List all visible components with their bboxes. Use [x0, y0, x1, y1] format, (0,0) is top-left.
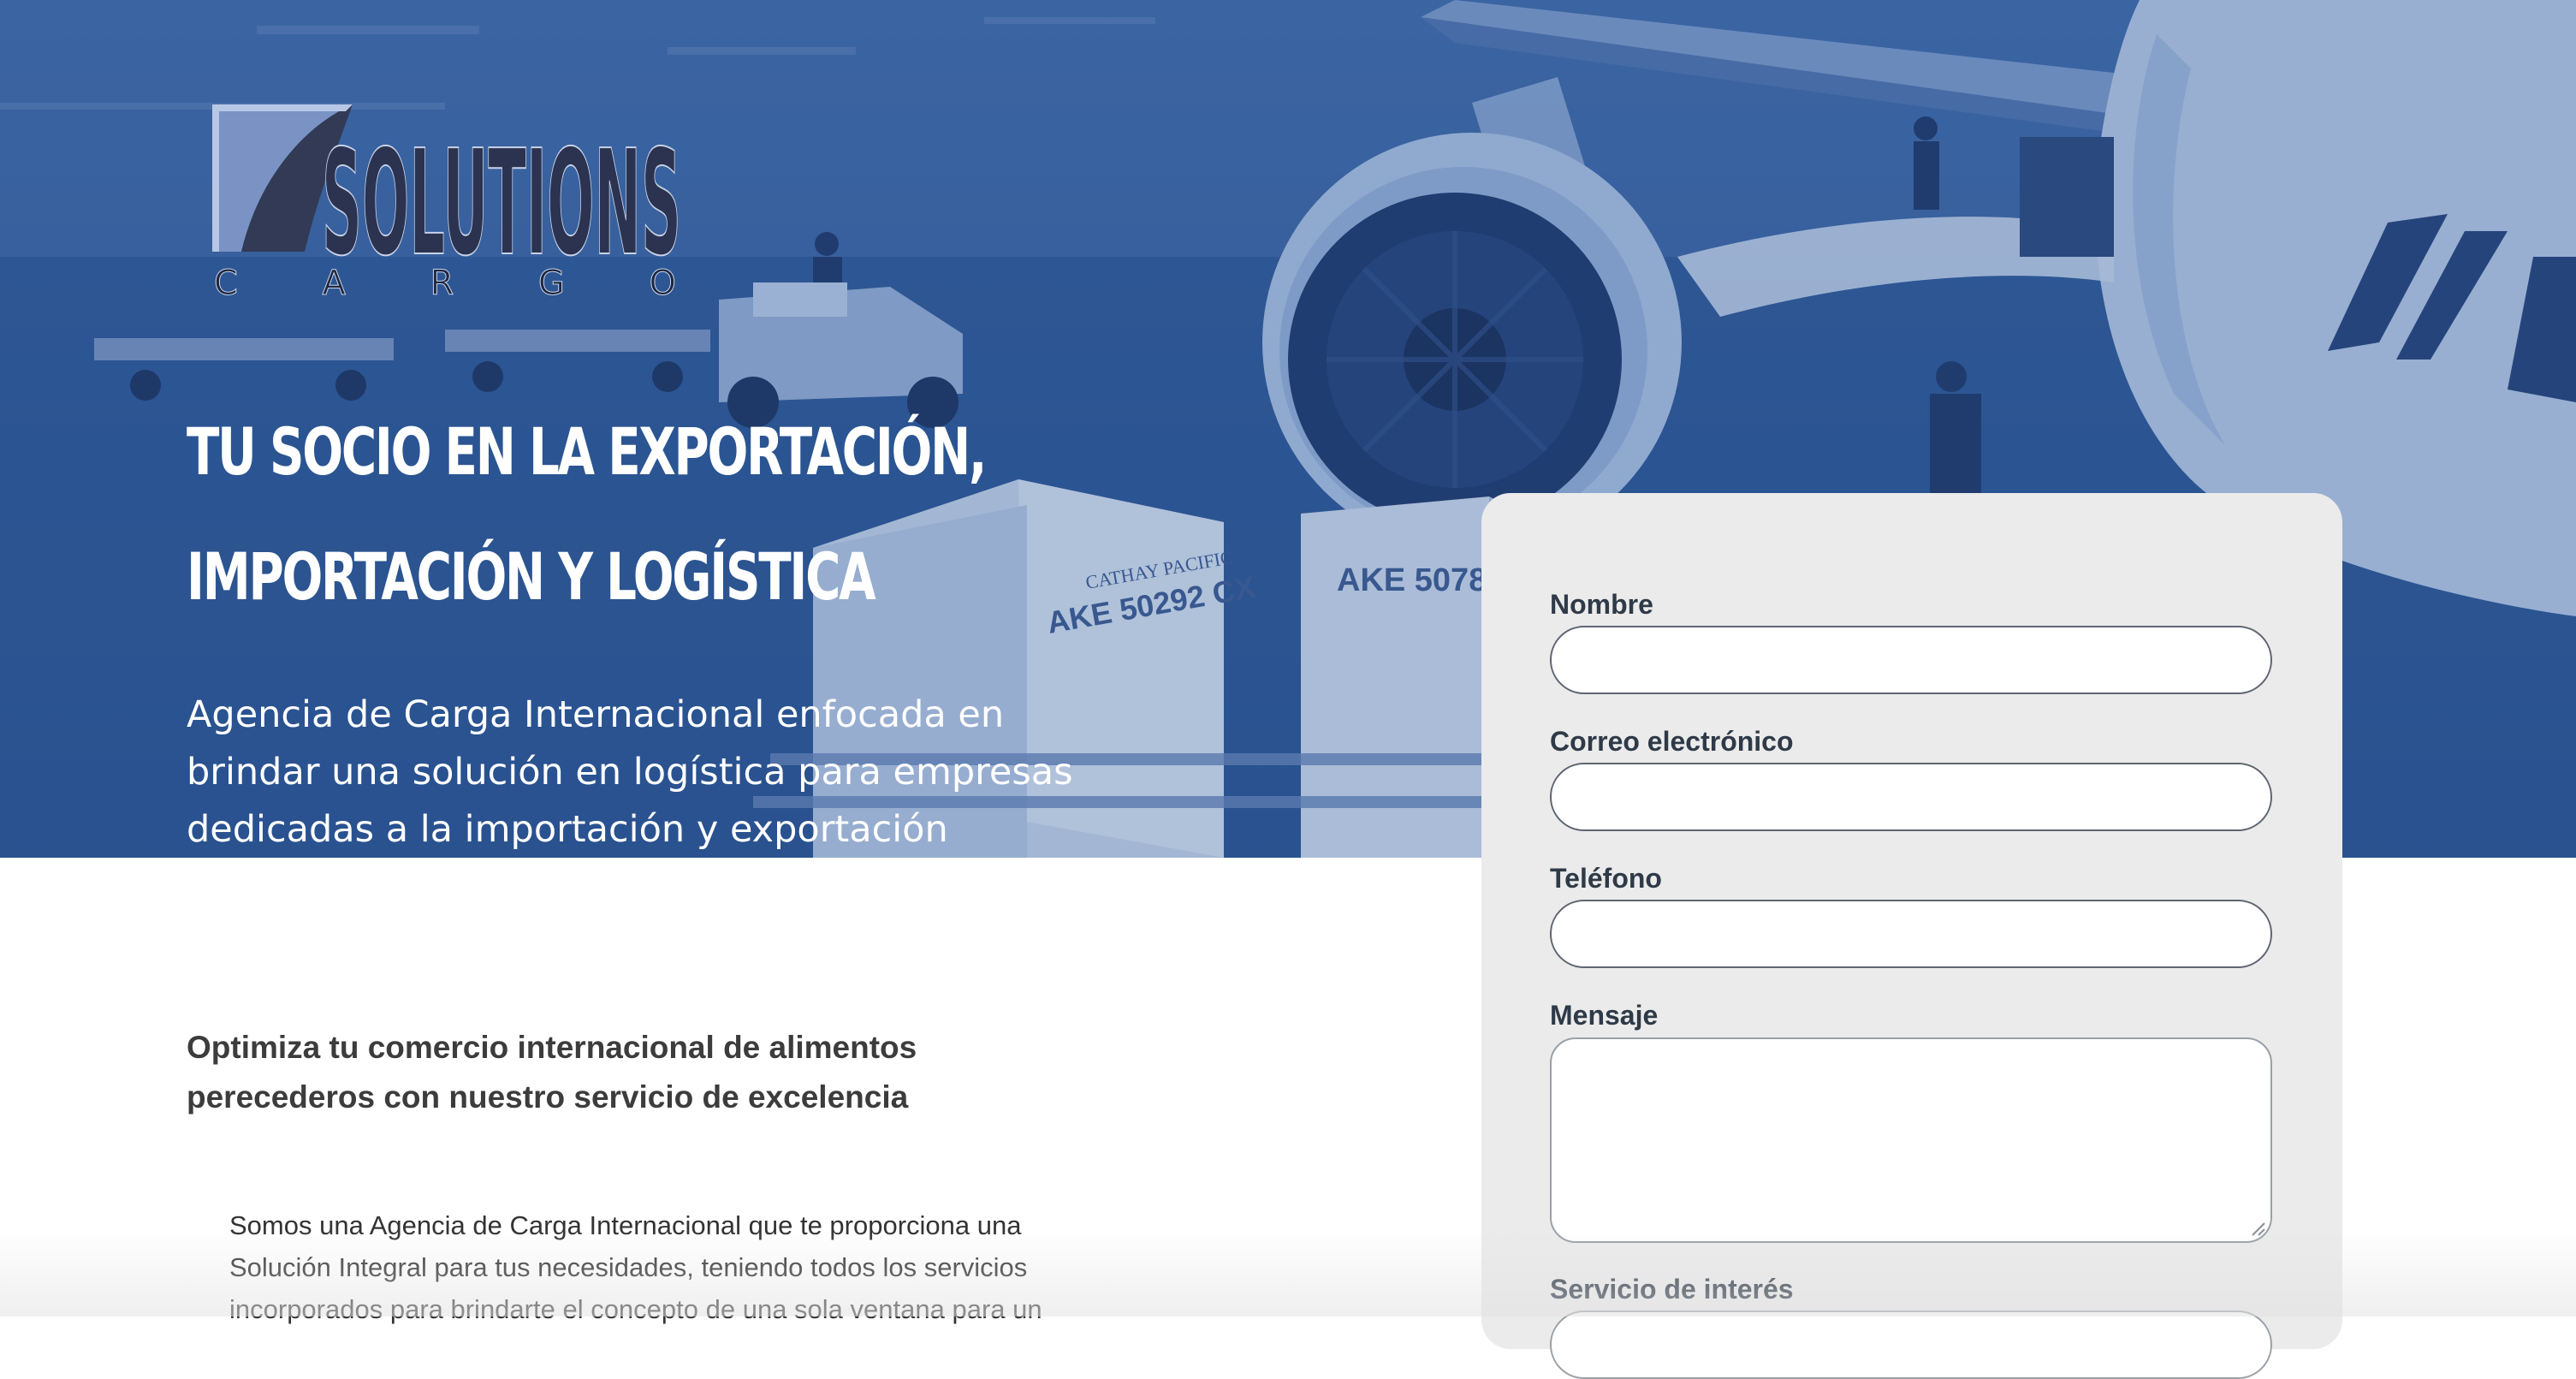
hero-subtitle: Agencia de Carga Internacional enfocada …	[187, 687, 1111, 858]
section-body-line-1: Somos una Agencia de Carga Internacional…	[229, 1210, 1022, 1240]
section-heading: Optimiza tu comercio internacional de al…	[187, 1023, 1042, 1122]
hero-title: TU SOCIO EN LA EXPORTACIÓN, IMPORTACIÓN …	[187, 389, 987, 639]
hero-subtitle-line-1: Agencia de Carga Internacional enfocada …	[187, 693, 1005, 736]
section-body-line-2: Solución Integral para tus necesidades, …	[229, 1252, 1028, 1282]
logo-wordmark: SOLUTIONS	[322, 119, 681, 288]
resize-handle-icon[interactable]	[2250, 1221, 2265, 1236]
hero-subtitle-line-3: dedicadas a la importación y exportación	[187, 808, 948, 851]
service-select[interactable]	[1550, 1311, 2272, 1379]
message-textarea[interactable]	[1550, 1037, 2272, 1243]
section-body-line-3: incorporados para brindarte el concepto …	[229, 1294, 1042, 1324]
phone-label: Teléfono	[1550, 863, 1662, 894]
hero-title-line-1: TU SOCIO EN LA EXPORTACIÓN,	[187, 413, 987, 490]
hero-subtitle-line-2: brindar una solución en logística para e…	[187, 751, 1073, 794]
name-label: Nombre	[1550, 589, 1653, 620]
service-label: Servicio de interés	[1550, 1274, 1794, 1305]
phone-input[interactable]	[1550, 900, 2272, 968]
solutions-cargo-logo[interactable]: SOLUTIONS C A R G O	[209, 101, 681, 303]
email-label: Correo electrónico	[1550, 726, 1794, 757]
contact-form: Nombre Correo electrónico Teléfono Mensa…	[1481, 493, 2342, 1379]
section-heading-line-2: perecederos con nuestro servicio de exce…	[187, 1079, 909, 1114]
section-heading-line-1: Optimiza tu comercio internacional de al…	[187, 1030, 917, 1065]
name-input[interactable]	[1550, 626, 2272, 694]
message-label: Mensaje	[1550, 1000, 1659, 1031]
email-input[interactable]	[1550, 763, 2272, 831]
section-body-text: Somos una Agencia de Carga Internacional…	[229, 1204, 1102, 1330]
logo-subtitle: C A R G O	[214, 264, 676, 303]
hero-title-line-2: IMPORTACIÓN Y LOGÍSTICA	[187, 538, 876, 615]
